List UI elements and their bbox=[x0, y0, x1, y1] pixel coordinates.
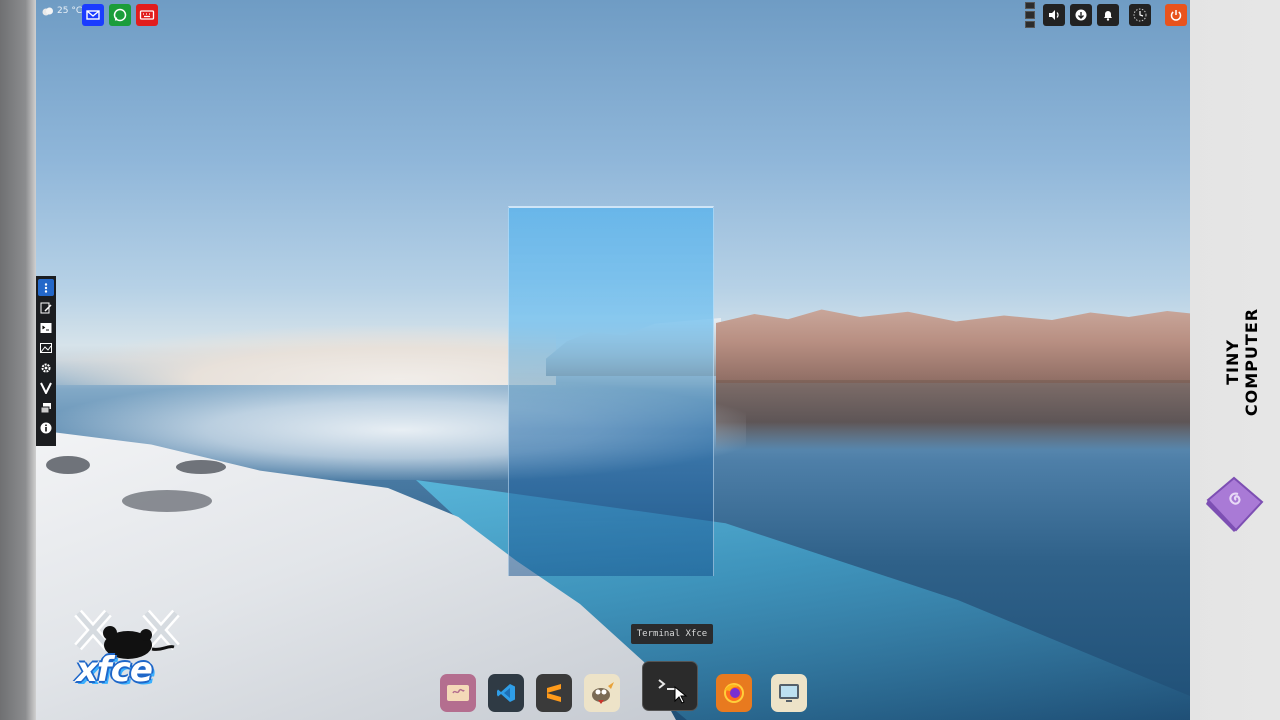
weather-widget[interactable]: 25 °C bbox=[42, 6, 82, 16]
terminal-icon bbox=[40, 322, 52, 333]
dock-tooltip: Terminal Xfce bbox=[631, 624, 713, 644]
weather-icon bbox=[42, 7, 53, 16]
debian-cube-logo bbox=[1206, 476, 1264, 532]
file-manager-icon bbox=[447, 685, 469, 701]
side-launcher bbox=[36, 276, 56, 446]
wallpaper-rocks bbox=[716, 309, 1190, 383]
image-viewer-icon bbox=[40, 342, 52, 353]
dock-vscode[interactable] bbox=[488, 674, 524, 712]
workspace-switcher[interactable] bbox=[1025, 2, 1035, 28]
volume-button[interactable] bbox=[1043, 4, 1065, 26]
launcher-vim[interactable] bbox=[38, 379, 54, 396]
notification-icon bbox=[1104, 11, 1112, 21]
mouse-cursor-icon bbox=[674, 686, 688, 704]
wallpaper-rock-reflection bbox=[716, 380, 1190, 450]
launcher-image-viewer[interactable] bbox=[38, 339, 54, 356]
settings-icon bbox=[41, 363, 51, 372]
whatsapp-button[interactable] bbox=[109, 4, 131, 26]
email-icon bbox=[82, 4, 104, 26]
windows-icon bbox=[40, 402, 51, 413]
wallpaper-glass-portal bbox=[508, 206, 714, 576]
wallpaper-stone bbox=[122, 490, 212, 512]
workspace-1[interactable] bbox=[1025, 2, 1035, 10]
weather-label: 25 °C bbox=[57, 6, 83, 16]
notification-button[interactable] bbox=[1097, 4, 1119, 26]
vim-icon bbox=[40, 382, 52, 394]
workspace-3[interactable] bbox=[1025, 20, 1035, 28]
network-button[interactable] bbox=[1070, 4, 1092, 26]
power-button[interactable] bbox=[1165, 4, 1187, 26]
launcher-menu-button[interactable] bbox=[38, 279, 54, 296]
info-icon bbox=[40, 422, 52, 433]
launcher-windows[interactable] bbox=[38, 399, 54, 416]
wallpaper-dunes bbox=[36, 325, 556, 385]
desktop-wallpaper bbox=[36, 0, 1190, 720]
vscode-icon bbox=[497, 684, 515, 702]
network-icon bbox=[1075, 9, 1087, 21]
power-icon bbox=[1170, 10, 1182, 21]
whatsapp-icon bbox=[109, 4, 131, 26]
launcher-settings[interactable] bbox=[38, 359, 54, 376]
launcher-text-editor[interactable] bbox=[38, 299, 54, 316]
launcher-terminal[interactable] bbox=[38, 319, 54, 336]
dock-gimp[interactable] bbox=[584, 674, 620, 712]
dock-monitor[interactable] bbox=[771, 674, 807, 712]
wallpaper-stone bbox=[46, 456, 90, 474]
dock-firefox[interactable] bbox=[716, 674, 752, 712]
wallpaper-stone bbox=[176, 460, 226, 474]
gimp-icon bbox=[592, 682, 614, 704]
dock-file-manager[interactable] bbox=[440, 674, 476, 712]
keyboard-button[interactable] bbox=[136, 4, 158, 26]
clock-button[interactable] bbox=[1129, 4, 1151, 26]
xfce-logo-text: xfce bbox=[76, 650, 153, 690]
menu-icon bbox=[44, 282, 48, 293]
dock-terminal[interactable] bbox=[642, 661, 698, 711]
email-button[interactable] bbox=[82, 4, 104, 26]
dock-sublime-text[interactable] bbox=[536, 674, 572, 712]
channel-name: TINY COMPUTER bbox=[1223, 307, 1261, 417]
volume-icon bbox=[1049, 10, 1059, 20]
video-frame: 25 °C Terminal Xfce xfce TINY COMPUTER bbox=[0, 0, 1280, 720]
launcher-info[interactable] bbox=[38, 419, 54, 436]
workspace-2[interactable] bbox=[1025, 11, 1035, 19]
clock-icon bbox=[1133, 8, 1147, 22]
keyboard-icon bbox=[136, 4, 158, 26]
monitor-icon bbox=[779, 684, 799, 702]
text-editor-icon bbox=[40, 302, 52, 313]
sublime-text-icon bbox=[547, 684, 561, 702]
firefox-icon bbox=[724, 683, 744, 703]
